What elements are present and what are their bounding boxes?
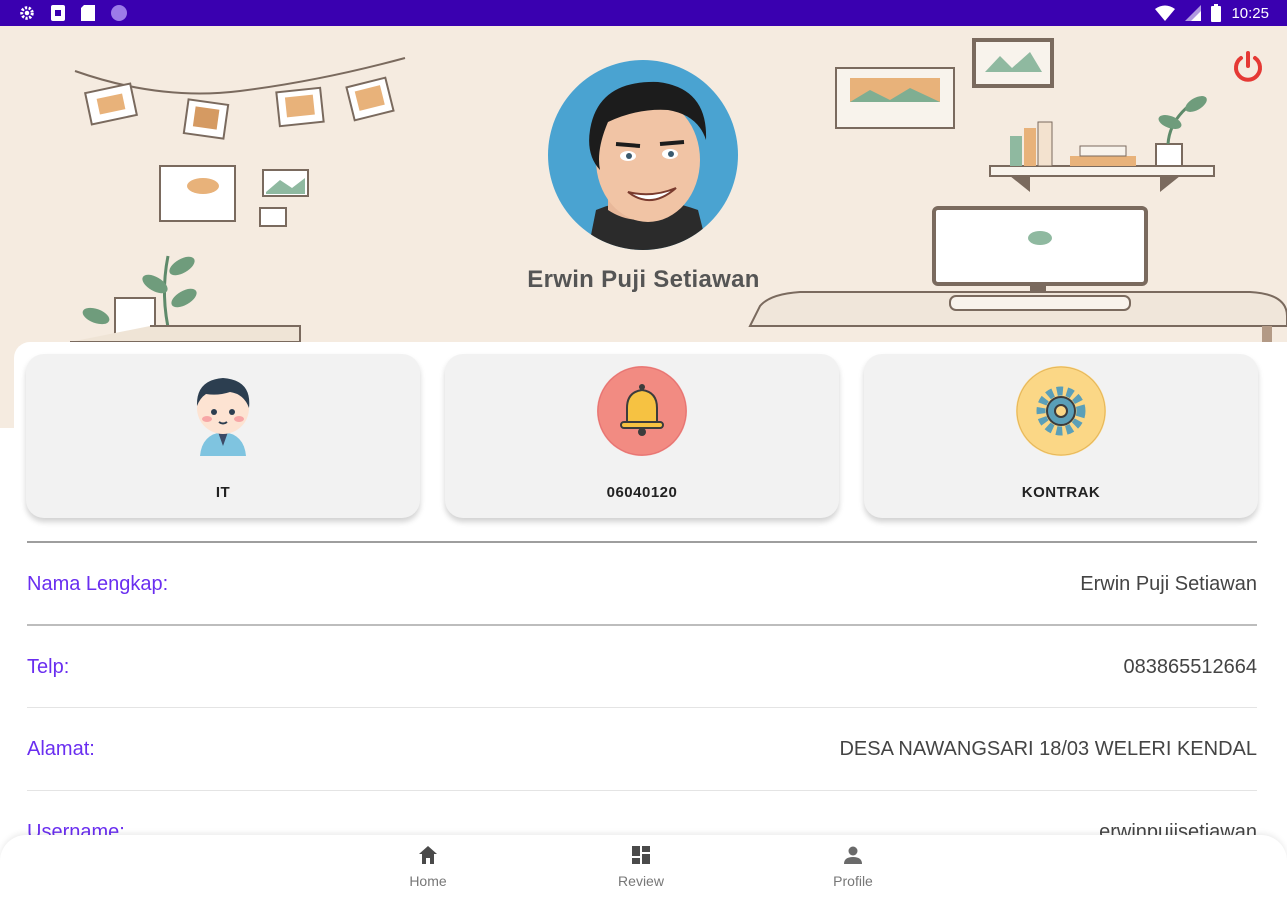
boy-avatar-icon xyxy=(196,378,250,456)
status-time: 10:25 xyxy=(1231,4,1269,22)
signal-icon xyxy=(1185,5,1202,21)
info-row-address: Alamat: DESA NAWANGSARI 18/03 WELERI KEN… xyxy=(27,707,1257,790)
info-value: Erwin Puji Setiawan xyxy=(1080,573,1257,595)
info-row-phone: Telp: 083865512664 xyxy=(27,624,1257,707)
gear-icon xyxy=(20,6,34,20)
nav-review[interactable]: Review xyxy=(586,843,696,895)
sim-icon xyxy=(51,5,65,21)
summary-card-panel: IT 06040120 KONTRAK xyxy=(14,342,1287,532)
department-label: IT xyxy=(215,484,231,501)
info-row-full-name: Nama Lengkap: Erwin Puji Setiawan xyxy=(27,541,1257,624)
profile-info-list: Nama Lengkap: Erwin Puji Setiawan Telp: … xyxy=(27,541,1257,873)
nav-profile[interactable]: Profile xyxy=(798,843,908,895)
nav-review-label: Review xyxy=(618,873,664,889)
bell-icon xyxy=(597,366,687,456)
power-icon xyxy=(1234,51,1262,82)
info-label: Nama Lengkap: xyxy=(27,573,169,595)
logout-button[interactable] xyxy=(1230,48,1266,84)
battery-icon xyxy=(1211,4,1222,22)
circle-icon xyxy=(111,5,127,21)
department-icon-holder xyxy=(178,366,268,456)
employee-id-label: 06040120 xyxy=(606,484,678,501)
wifi-icon xyxy=(1155,5,1176,21)
sd-card-icon xyxy=(81,5,95,21)
nav-profile-label: Profile xyxy=(833,873,873,889)
info-label: Telp: xyxy=(27,656,70,678)
info-label: Alamat: xyxy=(27,738,95,760)
status-bar-right: 10:25 xyxy=(1155,4,1269,22)
home-icon xyxy=(419,846,437,864)
info-value: DESA NAWANGSARI 18/03 WELERI KENDAL xyxy=(839,738,1257,760)
nav-home[interactable]: Home xyxy=(373,843,483,895)
gear-icon xyxy=(1016,366,1106,456)
grid-icon xyxy=(632,846,650,864)
info-value: 083865512664 xyxy=(1123,656,1257,678)
contract-status-label: KONTRAK xyxy=(1021,484,1101,501)
employee-id-card[interactable]: 06040120 xyxy=(445,354,839,518)
contract-status-card[interactable]: KONTRAK xyxy=(864,354,1258,518)
status-bar: 10:25 xyxy=(0,0,1287,26)
person-icon xyxy=(844,846,862,864)
status-bar-left-icons xyxy=(18,4,128,22)
nav-home-label: Home xyxy=(409,873,447,889)
profile-name: Erwin Puji Setiawan xyxy=(527,266,760,293)
profile-avatar[interactable] xyxy=(548,60,738,250)
man-portrait-icon xyxy=(588,81,708,250)
employee-id-icon-holder xyxy=(597,366,687,456)
department-card[interactable]: IT xyxy=(26,354,420,518)
bottom-navigation: Home Review Profile xyxy=(0,835,1287,900)
contract-icon-holder xyxy=(1016,366,1106,456)
